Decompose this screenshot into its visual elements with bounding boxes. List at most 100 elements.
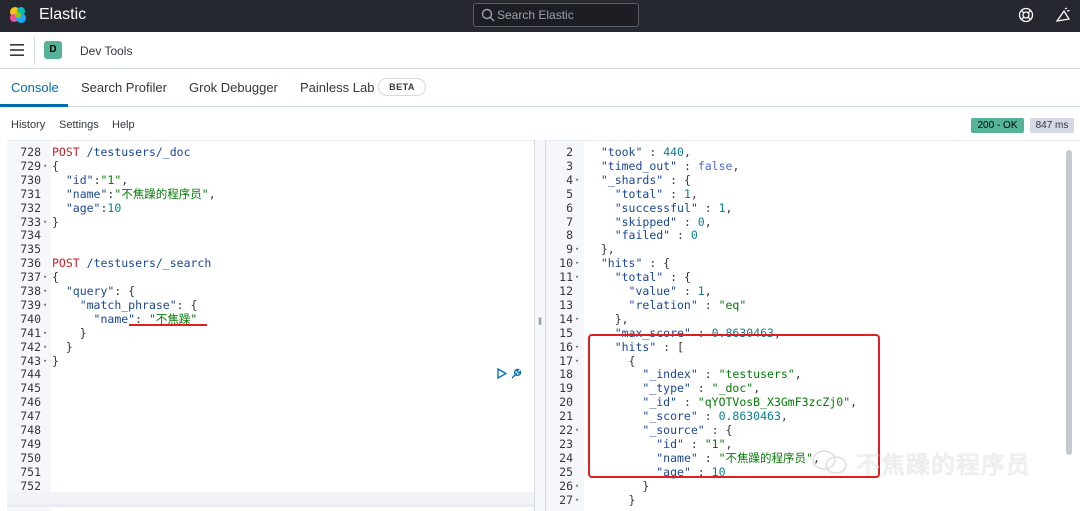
code-line: 738 ▾ "query": { — [7, 284, 534, 298]
code-line: 6 "successful" : 1, — [546, 201, 1080, 215]
hamburger-menu-icon[interactable] — [10, 44, 24, 56]
line-number: 3 — [566, 158, 573, 173]
line-number: 12 — [559, 284, 573, 298]
code-line: 739 ▾ "match_phrase": { — [7, 298, 534, 312]
code-text: "total" : 1, — [614, 186, 698, 201]
code-line: 13 "relation" : "eq" — [546, 298, 1080, 312]
code-text: "query": { — [65, 284, 136, 298]
fold-toggle-icon[interactable]: ▾ — [575, 270, 579, 284]
app-header: D Dev Tools — [0, 32, 1080, 69]
fold-toggle-icon[interactable]: ▾ — [575, 242, 579, 256]
line-number: 750 — [20, 450, 41, 465]
line-number: 743 — [20, 353, 41, 368]
code-text: "timed_out" : false, — [600, 158, 740, 173]
help-link[interactable]: Help — [112, 119, 135, 131]
line-number: 25 — [559, 464, 573, 479]
line-number: 14 — [559, 311, 573, 326]
code-line: 746 — [7, 395, 534, 409]
tab-painless-lab[interactable]: Painless Lab — [300, 80, 374, 95]
fold-toggle-icon[interactable]: ▾ — [575, 354, 579, 368]
code-text: "name":"不焦躁的程序员", — [65, 186, 216, 201]
line-number: 730 — [20, 172, 41, 187]
status-badge: 200 - OK — [971, 118, 1024, 133]
fold-toggle-icon[interactable]: ▾ — [43, 354, 47, 368]
code-line: 3 "timed_out" : false, — [546, 159, 1080, 173]
line-number: 15 — [559, 325, 573, 340]
line-number: 732 — [20, 200, 41, 215]
code-text: POST /testusers/_doc — [52, 145, 191, 159]
code-text: } — [52, 339, 73, 354]
fold-toggle-icon[interactable]: ▾ — [575, 479, 579, 493]
fold-toggle-icon[interactable]: ▾ — [43, 159, 47, 173]
fold-toggle-icon[interactable]: ▾ — [575, 340, 579, 354]
settings-link[interactable]: Settings — [59, 119, 99, 131]
history-link[interactable]: History — [11, 119, 45, 131]
tab-grok-debugger[interactable]: Grok Debugger — [189, 80, 278, 95]
code-text: } — [52, 214, 59, 229]
line-number: 24 — [559, 450, 573, 465]
fold-toggle-icon[interactable]: ▾ — [575, 256, 579, 270]
line-number: 738 — [20, 284, 41, 298]
code-text: "skipped" : 0, — [614, 214, 712, 229]
code-line: 750 — [7, 451, 534, 465]
brand-name[interactable]: Elastic — [39, 6, 86, 24]
fold-toggle-icon[interactable]: ▾ — [43, 215, 47, 229]
wechat-watermark-icon — [812, 450, 847, 474]
line-number: 751 — [20, 464, 41, 479]
code-line: 741 ▾ } — [7, 326, 534, 340]
resize-grip-icon: ‖ — [538, 317, 543, 328]
code-text: }, — [587, 242, 615, 257]
fold-toggle-icon[interactable]: ▾ — [43, 326, 47, 340]
search-icon — [481, 8, 495, 22]
request-editor[interactable]: 728 POST /testusers/_doc 729 ▾{730 "id":"1"… — [7, 140, 534, 511]
code-text: } — [52, 325, 87, 340]
space-avatar[interactable]: D — [44, 41, 62, 59]
line-number: 737 — [20, 270, 41, 285]
code-line: 12 "value" : 1, — [546, 284, 1080, 298]
code-line: 729 ▾ { — [7, 159, 534, 173]
fold-toggle-icon[interactable]: ▾ — [575, 173, 579, 187]
code-line: 732 "age":10 — [7, 201, 534, 215]
global-search-input[interactable]: Search Elastic — [473, 3, 639, 27]
help-icon[interactable] — [1018, 7, 1034, 23]
fold-toggle-icon[interactable]: ▾ — [43, 284, 47, 298]
line-number: 745 — [20, 381, 41, 396]
code-line: 736 POST /testusers/_search — [7, 256, 534, 270]
code-text: { — [52, 270, 59, 285]
send-request-icon[interactable] — [497, 368, 507, 379]
panel-resizer[interactable]: ‖ — [534, 140, 546, 511]
console-toolbar: History Settings Help — [0, 108, 1080, 140]
code-line: 9 ▾ }, — [546, 242, 1080, 256]
newsfeed-icon[interactable] — [1055, 7, 1071, 23]
tab-search-profiler[interactable]: Search Profiler — [81, 80, 167, 95]
fold-toggle-icon[interactable]: ▾ — [575, 423, 579, 437]
line-number: 735 — [20, 242, 41, 257]
code-line: 14 ▾ }, — [546, 312, 1080, 326]
code-text: "hits" : { — [600, 256, 671, 271]
line-number: 5 — [566, 186, 573, 201]
elastic-logo-icon[interactable] — [8, 5, 28, 25]
line-number: 22 — [559, 423, 573, 437]
fold-toggle-icon[interactable]: ▾ — [43, 298, 47, 312]
fold-toggle-icon[interactable]: ▾ — [43, 340, 47, 354]
line-number: 8 — [566, 228, 573, 243]
line-number: 742 — [20, 339, 41, 354]
code-line: 2 "took" : 440, — [546, 145, 1080, 159]
line-number: 752 — [20, 478, 41, 493]
response-scrollbar[interactable] — [1066, 150, 1072, 455]
tab-console[interactable]: Console — [11, 80, 59, 95]
fold-toggle-icon[interactable]: ▾ — [575, 312, 579, 326]
fold-toggle-icon[interactable]: ▾ — [43, 270, 47, 284]
request-time-badge: 847 ms — [1030, 118, 1074, 133]
watermark-text: 不焦躁的程序员 — [856, 451, 1031, 479]
code-text: }, — [587, 311, 629, 326]
code-line: 733 ▾} — [7, 215, 534, 229]
line-number: 744 — [20, 367, 41, 382]
code-line: 27 ▾ } — [546, 493, 1080, 507]
code-line: 749 — [7, 437, 534, 451]
code-line: 731 "name":"不焦躁的程序员", — [7, 187, 534, 201]
code-line: 747 — [7, 409, 534, 423]
request-horizontal-scrollbar[interactable] — [7, 492, 534, 504]
wrench-icon[interactable] — [510, 367, 523, 380]
fold-toggle-icon[interactable]: ▾ — [575, 493, 579, 507]
